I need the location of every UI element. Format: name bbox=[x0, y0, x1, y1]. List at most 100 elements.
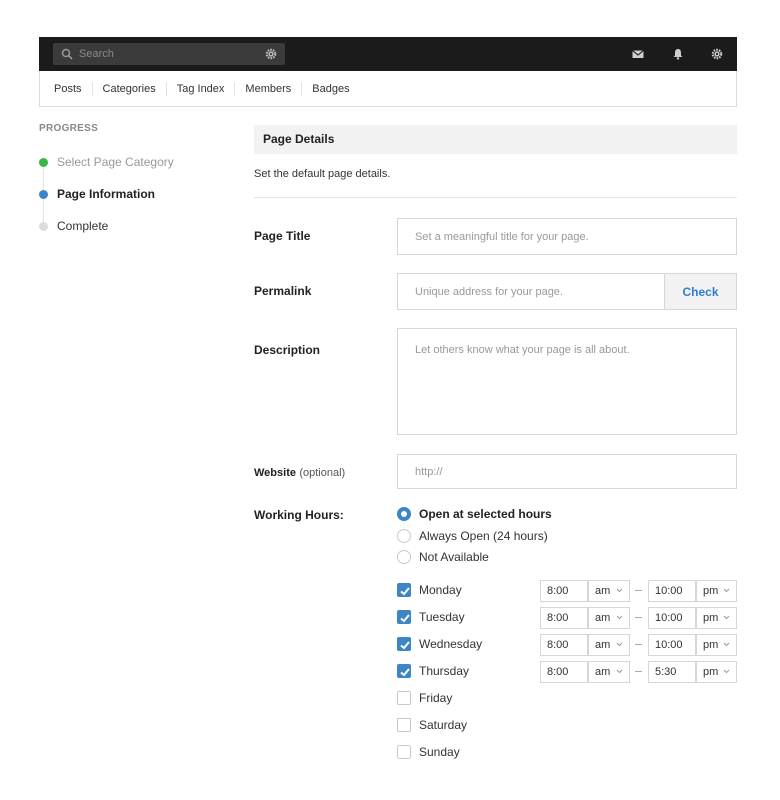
to-ampm-select[interactable]: pm bbox=[696, 634, 737, 656]
from-ampm-select[interactable]: am bbox=[588, 580, 630, 602]
day-name: Tuesday bbox=[419, 610, 465, 624]
select-value: pm bbox=[703, 666, 719, 678]
from-ampm-select[interactable]: am bbox=[588, 661, 630, 683]
from-ampm-select[interactable]: am bbox=[588, 607, 630, 629]
mail-icon[interactable] bbox=[632, 48, 644, 60]
radio-open-selected-hours[interactable]: Open at selected hours bbox=[397, 507, 552, 521]
step-done-dot bbox=[39, 157, 48, 167]
check-icon bbox=[400, 587, 410, 596]
website-label: Website (optional) bbox=[254, 465, 345, 479]
day-checkbox[interactable] bbox=[397, 745, 411, 759]
day-checkbox[interactable] bbox=[397, 610, 411, 624]
day-checkbox[interactable] bbox=[397, 718, 411, 732]
top-bar bbox=[39, 37, 737, 71]
select-value: am bbox=[595, 639, 611, 651]
check-icon bbox=[400, 668, 410, 677]
step-pending-dot bbox=[39, 221, 48, 231]
to-ampm-select[interactable]: pm bbox=[696, 580, 737, 602]
day-row-saturday: Saturday bbox=[397, 715, 737, 737]
step-label: Page Information bbox=[57, 187, 156, 201]
nav-item-categories[interactable]: Categories bbox=[93, 81, 167, 96]
day-name: Thursday bbox=[419, 664, 470, 678]
day-name: Sunday bbox=[419, 745, 460, 759]
bell-icon[interactable] bbox=[672, 48, 684, 60]
check-button[interactable]: Check bbox=[664, 273, 737, 310]
day-checkbox[interactable] bbox=[397, 637, 411, 651]
time-range-dash bbox=[635, 644, 642, 645]
time-range-dash bbox=[635, 671, 642, 672]
chevron-down-icon bbox=[616, 642, 623, 647]
chevron-down-icon bbox=[723, 615, 730, 620]
day-row-thursday: Thursday 8:00 am 5:30 pm bbox=[397, 661, 737, 683]
radio-selected-icon bbox=[397, 507, 411, 521]
day-name: Friday bbox=[419, 691, 453, 705]
radio-always-open[interactable]: Always Open (24 hours) bbox=[397, 529, 548, 543]
website-optional: (optional) bbox=[299, 467, 346, 479]
gear-icon[interactable] bbox=[711, 48, 723, 60]
description-label: Description bbox=[254, 343, 321, 357]
page-title-label: Page Title bbox=[254, 229, 311, 243]
section-description: Set the default page details. bbox=[254, 168, 391, 180]
day-checkbox[interactable] bbox=[397, 664, 411, 678]
radio-unselected-icon bbox=[397, 529, 411, 543]
time-range-dash bbox=[635, 617, 642, 618]
chevron-down-icon bbox=[616, 615, 623, 620]
chevron-down-icon bbox=[616, 669, 623, 674]
day-checkbox[interactable] bbox=[397, 583, 411, 597]
nav-bar: Posts Categories Tag Index Members Badge… bbox=[39, 71, 737, 107]
from-ampm-select[interactable]: am bbox=[588, 634, 630, 656]
search-box[interactable] bbox=[53, 43, 285, 65]
to-time-input[interactable]: 10:00 bbox=[648, 634, 696, 656]
section-header: Page Details bbox=[254, 125, 737, 154]
day-row-tuesday: Tuesday 8:00 am 10:00 pm bbox=[397, 607, 737, 629]
from-time-input[interactable]: 8:00 bbox=[540, 580, 588, 602]
progress-step-complete: Complete bbox=[39, 219, 108, 233]
website-input[interactable] bbox=[397, 454, 737, 489]
to-time-input[interactable]: 5:30 bbox=[648, 661, 696, 683]
check-icon bbox=[400, 641, 410, 650]
to-ampm-select[interactable]: pm bbox=[696, 607, 737, 629]
nav-item-tag-index[interactable]: Tag Index bbox=[167, 81, 236, 96]
to-time-input[interactable]: 10:00 bbox=[648, 607, 696, 629]
radio-label: Always Open (24 hours) bbox=[419, 529, 548, 543]
day-checkbox[interactable] bbox=[397, 691, 411, 705]
select-value: pm bbox=[703, 639, 719, 651]
day-row-monday: Monday 8:00 am 10:00 pm bbox=[397, 580, 737, 602]
gear-icon[interactable] bbox=[265, 48, 277, 60]
search-icon bbox=[61, 48, 73, 60]
from-time-input[interactable]: 8:00 bbox=[540, 661, 588, 683]
radio-not-available[interactable]: Not Available bbox=[397, 550, 489, 564]
permalink-label: Permalink bbox=[254, 284, 312, 298]
step-label: Complete bbox=[57, 219, 109, 233]
nav-item-members[interactable]: Members bbox=[235, 81, 303, 96]
to-time-input[interactable]: 10:00 bbox=[648, 580, 696, 602]
progress-step-page-information: Page Information bbox=[39, 187, 155, 201]
select-value: am bbox=[595, 666, 611, 678]
radio-label: Open at selected hours bbox=[419, 507, 552, 521]
from-time-input[interactable]: 8:00 bbox=[540, 634, 588, 656]
to-ampm-select[interactable]: pm bbox=[696, 661, 737, 683]
day-row-wednesday: Wednesday 8:00 am 10:00 pm bbox=[397, 634, 737, 656]
step-current-dot bbox=[39, 189, 48, 199]
day-row-friday: Friday bbox=[397, 688, 737, 710]
search-input[interactable] bbox=[79, 43, 259, 65]
from-time-input[interactable]: 8:00 bbox=[540, 607, 588, 629]
permalink-input[interactable] bbox=[397, 273, 665, 310]
progress-step-select-category[interactable]: Select Page Category bbox=[39, 155, 174, 169]
check-icon bbox=[400, 614, 410, 623]
chevron-down-icon bbox=[723, 669, 730, 674]
day-name: Wednesday bbox=[419, 637, 483, 651]
page-title-input[interactable] bbox=[397, 218, 737, 255]
nav-item-badges[interactable]: Badges bbox=[302, 82, 359, 96]
select-value: pm bbox=[703, 612, 719, 624]
radio-unselected-icon bbox=[397, 550, 411, 564]
day-row-sunday: Sunday bbox=[397, 742, 737, 764]
description-textarea[interactable] bbox=[397, 328, 737, 435]
nav-item-posts[interactable]: Posts bbox=[44, 81, 93, 96]
time-range-dash bbox=[635, 590, 642, 591]
step-label: Select Page Category bbox=[57, 155, 174, 169]
progress-title: PROGRESS bbox=[39, 123, 99, 134]
divider bbox=[254, 197, 737, 198]
website-label-text: Website bbox=[254, 467, 296, 479]
select-value: am bbox=[595, 585, 611, 597]
